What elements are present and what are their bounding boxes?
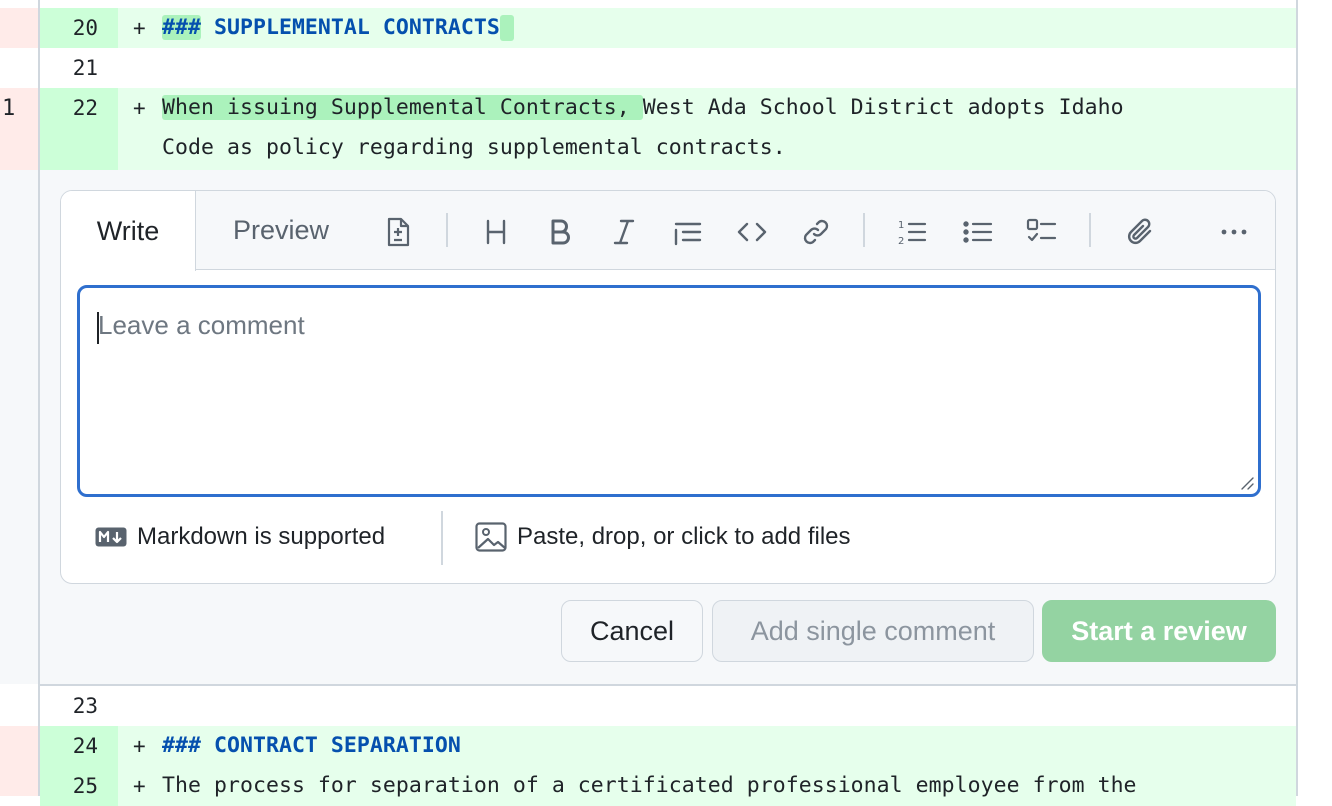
quote-icon[interactable] bbox=[669, 213, 707, 251]
line-number-cell[interactable]: 21 bbox=[40, 48, 118, 88]
line-number-cell[interactable]: 20 bbox=[40, 8, 118, 48]
line-number-cell[interactable]: 25 bbox=[40, 766, 118, 806]
task-list-icon[interactable] bbox=[1023, 213, 1061, 251]
diff-sign: + bbox=[133, 16, 146, 40]
tab-preview[interactable]: Preview bbox=[211, 191, 351, 269]
editor-toolbar: Write Preview 1 2 bbox=[61, 191, 1275, 271]
toolbar-divider bbox=[1089, 213, 1091, 247]
more-icon[interactable] bbox=[1215, 213, 1253, 251]
markdown-support-link[interactable]: Markdown is supported bbox=[95, 509, 385, 565]
line-number-cell[interactable]: 23 bbox=[40, 686, 118, 726]
line-number-cell[interactable]: 22 bbox=[40, 88, 118, 170]
editor-footer: Markdown is supported Paste, drop, or cl… bbox=[61, 509, 1275, 583]
toolbar-divider bbox=[863, 213, 865, 247]
diff-row: 24 + ### CONTRACT SEPARATION bbox=[40, 726, 1296, 766]
code-line: ### SUPPLEMENTAL CONTRACTS bbox=[162, 15, 514, 41]
cancel-button[interactable]: Cancel bbox=[561, 600, 703, 662]
left-line-number: 1 bbox=[2, 96, 16, 121]
svg-text:2: 2 bbox=[898, 236, 904, 247]
code-line: When issuing Supplemental Contracts, Wes… bbox=[162, 95, 1124, 120]
line-number: 23 bbox=[72, 694, 98, 718]
code-text: SUPPLEMENTAL CONTRACTS bbox=[200, 15, 500, 40]
line-number: 21 bbox=[72, 56, 98, 80]
code-cell: + ### SUPPLEMENTAL CONTRACTS bbox=[118, 8, 1296, 48]
unordered-list-icon[interactable] bbox=[959, 213, 997, 251]
code-cell bbox=[118, 48, 1296, 88]
line-number: 20 bbox=[72, 16, 98, 40]
diff-row: 21 bbox=[40, 48, 1296, 88]
code-line-wrapped: Code as policy regarding supplemental co… bbox=[162, 135, 786, 160]
toolbar-divider bbox=[446, 213, 448, 247]
add-single-comment-button[interactable]: Add single comment bbox=[712, 600, 1034, 662]
diff-row: 23 bbox=[40, 686, 1296, 726]
left-deleted-row bbox=[0, 726, 38, 766]
markdown-label: Markdown is supported bbox=[137, 523, 386, 550]
markdown-icon bbox=[95, 527, 127, 547]
add-files-button[interactable]: Paste, drop, or click to add files bbox=[475, 509, 851, 565]
gutter-divider bbox=[38, 0, 40, 796]
add-files-label: Paste, drop, or click to add files bbox=[517, 523, 851, 550]
comment-editor: Write Preview 1 2 Leave a comment Markdo… bbox=[60, 190, 1276, 584]
svg-text:1: 1 bbox=[898, 220, 904, 231]
code-highlight: When issuing Supplemental Contracts, bbox=[162, 95, 643, 120]
diff-icon[interactable] bbox=[379, 213, 417, 251]
tab-write[interactable]: Write bbox=[61, 191, 196, 271]
start-review-button[interactable]: Start a review bbox=[1042, 600, 1276, 662]
line-number: 25 bbox=[72, 774, 98, 798]
left-deleted-row bbox=[0, 766, 38, 796]
code-text: West Ada School District adopts Idaho bbox=[642, 95, 1124, 120]
code-highlight bbox=[499, 15, 514, 41]
code-line: ### CONTRACT SEPARATION bbox=[162, 733, 461, 758]
diff-sign: + bbox=[133, 96, 146, 120]
bold-icon[interactable] bbox=[541, 213, 579, 251]
comment-textarea-frame bbox=[77, 285, 1261, 497]
ordered-list-icon[interactable]: 1 2 bbox=[893, 213, 931, 251]
image-icon bbox=[475, 522, 507, 552]
code-icon[interactable] bbox=[733, 213, 771, 251]
heading-icon[interactable] bbox=[477, 213, 515, 251]
right-border bbox=[1296, 0, 1298, 796]
diff-sign: + bbox=[133, 774, 146, 798]
code-highlight: ### bbox=[162, 15, 201, 40]
line-number: 22 bbox=[72, 96, 98, 120]
code-line: The process for separation of a certific… bbox=[162, 773, 1137, 798]
line-number-cell[interactable]: 24 bbox=[40, 726, 118, 766]
code-cell: + The process for separation of a certif… bbox=[118, 766, 1296, 806]
code-cell: + When issuing Supplemental Contracts, W… bbox=[118, 88, 1296, 170]
italic-icon[interactable] bbox=[605, 213, 643, 251]
link-icon[interactable] bbox=[797, 213, 835, 251]
left-deleted-row bbox=[0, 8, 38, 48]
line-number: 24 bbox=[72, 734, 98, 758]
diff-row: 22 + When issuing Supplemental Contracts… bbox=[40, 88, 1296, 170]
code-cell: + ### CONTRACT SEPARATION bbox=[118, 726, 1296, 766]
resize-grip-icon[interactable] bbox=[1238, 474, 1254, 490]
text-caret bbox=[97, 312, 99, 344]
code-cell bbox=[118, 686, 1296, 726]
attach-icon[interactable] bbox=[1121, 213, 1159, 251]
diff-row: 20 + ### SUPPLEMENTAL CONTRACTS bbox=[40, 8, 1296, 48]
diff-sign: + bbox=[133, 734, 146, 758]
comment-textarea[interactable] bbox=[80, 288, 1258, 494]
left-form-area bbox=[0, 170, 38, 684]
diff-row: 25 + The process for separation of a cer… bbox=[40, 766, 1296, 806]
footer-divider bbox=[441, 511, 443, 565]
